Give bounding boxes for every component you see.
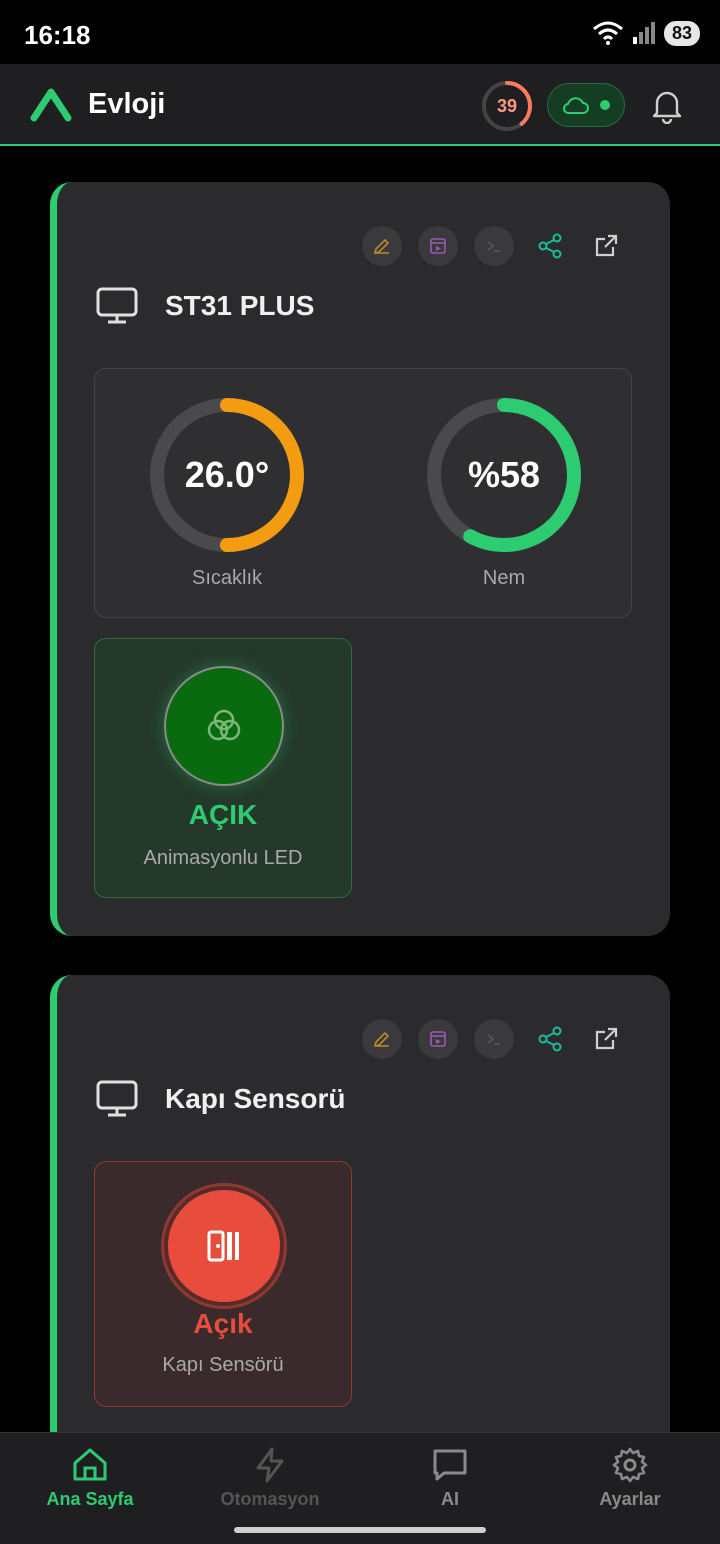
external-link-icon[interactable] bbox=[586, 226, 626, 266]
nav-automation[interactable]: Otomasyon bbox=[180, 1445, 360, 1510]
app-header: Evloji 39 bbox=[0, 64, 720, 146]
nav-ai-label: AI bbox=[441, 1489, 459, 1509]
led-toggle-button[interactable] bbox=[164, 666, 284, 786]
cloud-icon bbox=[562, 97, 589, 114]
led-toggle-tile[interactable]: AÇIK Animasyonlu LED bbox=[94, 638, 352, 898]
gear-icon bbox=[612, 1447, 648, 1483]
battery-indicator: 83 bbox=[663, 20, 700, 46]
terminal-icon[interactable] bbox=[474, 1019, 514, 1059]
notification-bell-icon[interactable] bbox=[648, 86, 686, 124]
lightning-icon bbox=[256, 1447, 284, 1483]
external-link-icon[interactable] bbox=[586, 1019, 626, 1059]
door-state: Açık bbox=[193, 1308, 253, 1339]
door-sensor-button[interactable] bbox=[164, 1186, 284, 1306]
media-icon[interactable] bbox=[418, 1019, 458, 1059]
evloji-logo-icon bbox=[30, 88, 72, 122]
edit-icon[interactable] bbox=[362, 1019, 402, 1059]
share-icon[interactable] bbox=[530, 1019, 570, 1059]
nav-home[interactable]: Ana Sayfa bbox=[0, 1445, 180, 1510]
status-time: 16:18 bbox=[24, 20, 91, 50]
sensor-gauges-panel: 26.0° Sıcaklık %58 Nem bbox=[94, 368, 632, 618]
share-icon[interactable] bbox=[530, 226, 570, 266]
bottom-navigation: Ana Sayfa Otomasyon AI Ayarlar bbox=[0, 1432, 720, 1544]
temperature-label: Sıcaklık bbox=[191, 567, 263, 589]
status-icons: 83 bbox=[592, 20, 700, 46]
humidity-value: %58 bbox=[467, 454, 541, 495]
nav-automation-label: Otomasyon bbox=[220, 1489, 320, 1509]
monitor-icon bbox=[96, 287, 138, 324]
humidity-label: Nem bbox=[482, 567, 526, 589]
home-icon bbox=[73, 1448, 107, 1481]
wifi-icon bbox=[592, 21, 623, 45]
door-sensor-tile[interactable]: Açık Kapı Sensörü bbox=[94, 1161, 352, 1407]
device-title: ST31 PLUS bbox=[165, 290, 315, 321]
device-card-st31: ST31 PLUS 26.0° Sıcaklık %58 Nem AÇIK An… bbox=[50, 182, 670, 936]
cloud-status-toggle[interactable] bbox=[547, 83, 625, 127]
home-indicator bbox=[234, 1527, 486, 1533]
nav-ai[interactable]: AI bbox=[360, 1445, 540, 1510]
chat-icon bbox=[433, 1449, 467, 1481]
edit-icon[interactable] bbox=[362, 226, 402, 266]
temperature-value: 26.0° bbox=[184, 454, 270, 495]
nav-settings-label: Ayarlar bbox=[599, 1489, 661, 1509]
nav-home-label: Ana Sayfa bbox=[46, 1489, 134, 1509]
app-title: Evloji bbox=[88, 88, 166, 120]
door-icon bbox=[207, 1230, 239, 1262]
score-value: 39 bbox=[496, 95, 518, 116]
door-name: Kapı Sensörü bbox=[162, 1354, 284, 1376]
device-title: Kapı Sensorü bbox=[165, 1083, 346, 1114]
led-state: AÇIK bbox=[188, 799, 258, 830]
led-animation-icon bbox=[207, 709, 241, 741]
online-dot bbox=[600, 100, 610, 110]
card-toolbar bbox=[362, 226, 626, 266]
led-name: Animasyonlu LED bbox=[143, 847, 303, 869]
media-icon[interactable] bbox=[418, 226, 458, 266]
status-bar: 16:18 83 bbox=[0, 0, 720, 64]
nav-settings[interactable]: Ayarlar bbox=[540, 1445, 720, 1510]
device-card-door-sensor: Kapı Sensorü Açık Kapı Sensörü bbox=[50, 975, 670, 1495]
card-toolbar bbox=[362, 1019, 626, 1059]
signal-icon bbox=[632, 22, 655, 44]
terminal-icon[interactable] bbox=[474, 226, 514, 266]
monitor-icon bbox=[96, 1080, 138, 1117]
